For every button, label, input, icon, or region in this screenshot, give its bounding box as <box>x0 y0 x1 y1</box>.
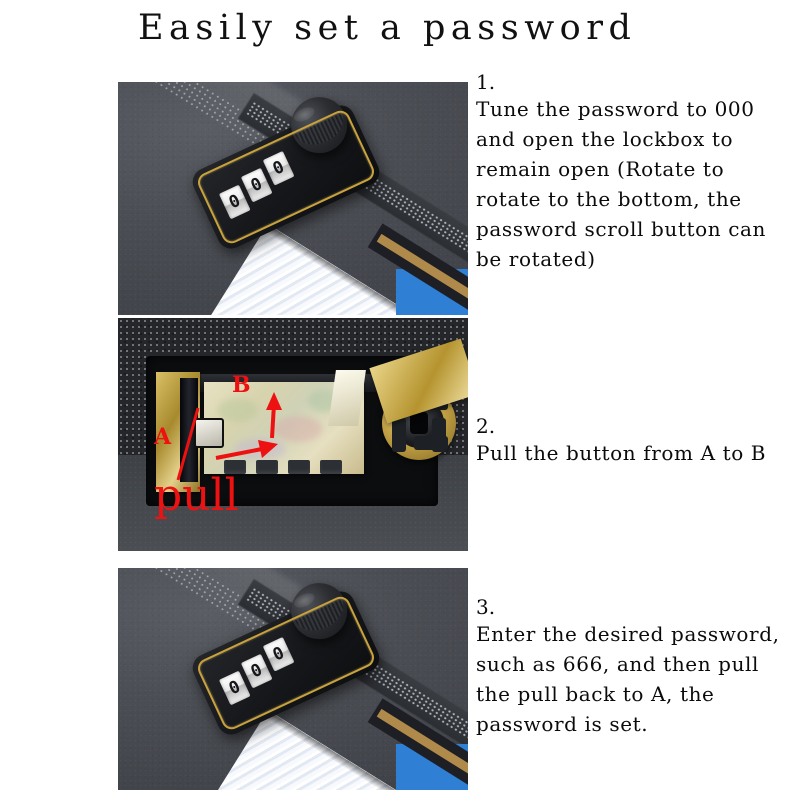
blue-corner-accent <box>396 269 468 315</box>
step-3-photo: 0 0 0 <box>118 568 468 790</box>
step-3-text: Enter the desired password, such as 666,… <box>476 622 787 736</box>
step-2-photo: A B pull <box>118 318 468 551</box>
lock-scene-3: 0 0 0 <box>118 568 468 790</box>
lock-scene-1: 0 0 0 <box>118 82 468 315</box>
barrel-wing <box>392 418 406 452</box>
dial-3[interactable]: 0 <box>262 150 295 186</box>
step-1-text: Tune the password to 000 and open the lo… <box>476 97 773 271</box>
dial-1[interactable]: 0 <box>218 670 251 706</box>
barrel-wing <box>432 418 446 452</box>
annotation-label-a: A <box>154 424 172 450</box>
dial-group[interactable]: 0 0 0 <box>218 150 300 220</box>
page-title: Easily set a password <box>138 8 637 48</box>
dial-2[interactable]: 0 <box>240 167 273 203</box>
step-1-number: 1. <box>476 70 496 94</box>
plate-patina-1 <box>218 398 258 422</box>
dial-2[interactable]: 0 <box>240 653 273 689</box>
step-2-number: 2. <box>476 414 496 438</box>
mechanism-scene: A B pull <box>118 318 468 551</box>
dial-group[interactable]: 0 0 0 <box>218 636 300 706</box>
dial-tooth <box>320 460 342 474</box>
annotation-label-pull: pull <box>154 470 239 521</box>
arrow-up-to-b-icon <box>258 388 288 440</box>
step-1-photo: 0 0 0 <box>118 82 468 315</box>
step-2-text: Pull the button from A to B <box>476 441 767 465</box>
dial-tooth <box>288 460 310 474</box>
dial-3[interactable]: 0 <box>262 636 295 672</box>
dial-1[interactable]: 0 <box>218 184 251 220</box>
annotation-label-b: B <box>232 372 251 398</box>
arrow-right-icon <box>214 438 284 464</box>
instruction-page: Easily set a password 0 0 0 1. Tune the … <box>0 0 800 800</box>
blue-corner-accent <box>396 744 468 790</box>
step-3-number: 3. <box>476 595 496 619</box>
